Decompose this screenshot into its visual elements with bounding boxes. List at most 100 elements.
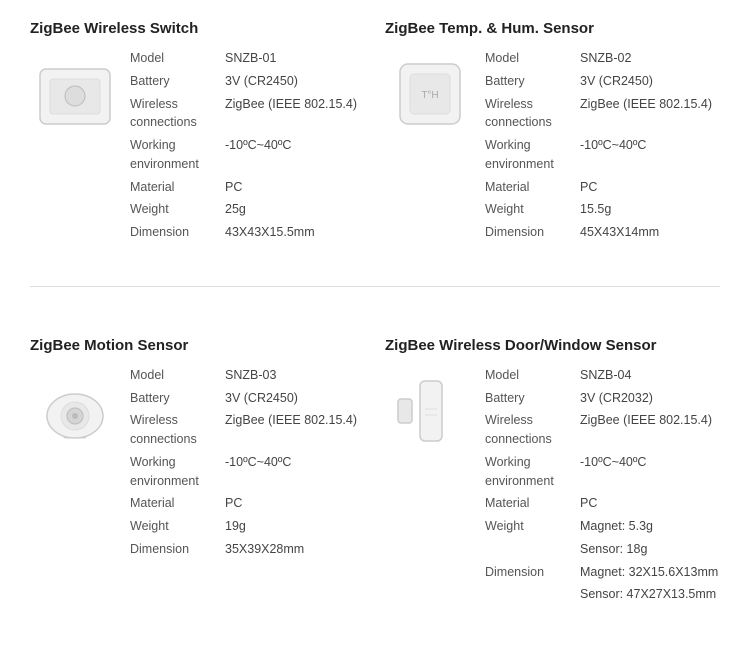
spec-label: Material (485, 494, 580, 513)
spec-row: Sensor: 18g (485, 540, 720, 559)
spec-value: 19g (225, 517, 365, 536)
spec-value: Magnet: 5.3g (580, 517, 720, 536)
spec-label: Dimension (485, 223, 580, 242)
spec-label: Working environment (485, 136, 580, 174)
spec-value: 45X43X14mm (580, 223, 720, 242)
spec-value: 43X43X15.5mm (225, 223, 365, 242)
spec-row: Model SNZB-03 (130, 366, 365, 385)
spec-row: Working environment -10ºC~40ºC (485, 453, 720, 491)
spec-value: 15.5g (580, 200, 720, 219)
spec-label (485, 585, 580, 604)
section-divider (30, 286, 720, 287)
product-body-motion: Model SNZB-03 Battery 3V (CR2450) Wirele… (30, 366, 365, 563)
spec-label: Weight (130, 517, 225, 536)
spec-label: Model (485, 366, 580, 385)
spec-row: Dimension 43X43X15.5mm (130, 223, 365, 242)
spec-value: Sensor: 18g (580, 540, 720, 559)
spec-label: Model (130, 366, 225, 385)
spec-row: Model SNZB-04 (485, 366, 720, 385)
product-specs-temp-hum: Model SNZB-02 Battery 3V (CR2450) Wirele… (485, 49, 720, 246)
spec-row: Wireless connections ZigBee (IEEE 802.15… (130, 411, 365, 449)
spec-label: Battery (130, 389, 225, 408)
product-specs-switch: Model SNZB-01 Battery 3V (CR2450) Wirele… (130, 49, 365, 246)
spec-value: 25g (225, 200, 365, 219)
spec-label: Wireless connections (130, 95, 225, 133)
spec-value: Magnet: 32X15.6X13mm (580, 563, 720, 582)
spec-label: Weight (485, 200, 580, 219)
spec-value: 3V (CR2450) (225, 389, 365, 408)
product-title-temp-hum: ZigBee Temp. & Hum. Sensor (385, 20, 720, 37)
spec-row: Material PC (130, 494, 365, 513)
spec-row: Weight 15.5g (485, 200, 720, 219)
spec-row: Material PC (130, 178, 365, 197)
product-body-temp-hum: T°H Model SNZB-02 Battery 3V (CR2450) Wi… (385, 49, 720, 246)
spec-row: Working environment -10ºC~40ºC (130, 453, 365, 491)
spec-label: Wireless connections (130, 411, 225, 449)
spec-value: SNZB-03 (225, 366, 365, 385)
product-image-motion (30, 366, 120, 456)
spec-label: Material (485, 178, 580, 197)
product-card-temp-hum: ZigBee Temp. & Hum. Sensor T°H Model SNZ… (385, 20, 720, 246)
product-image-switch (30, 49, 120, 139)
spec-label: Dimension (130, 223, 225, 242)
product-title-door-window: ZigBee Wireless Door/Window Sensor (385, 337, 720, 354)
spec-row: Wireless connections ZigBee (IEEE 802.15… (485, 411, 720, 449)
spec-row: Weight 25g (130, 200, 365, 219)
spec-row: Working environment -10ºC~40ºC (130, 136, 365, 174)
product-body-switch: Model SNZB-01 Battery 3V (CR2450) Wirele… (30, 49, 365, 246)
spec-value: -10ºC~40ºC (225, 136, 365, 174)
product-image-door-window (385, 366, 475, 456)
spec-value: -10ºC~40ºC (580, 136, 720, 174)
spec-value: 3V (CR2450) (580, 72, 720, 91)
spec-row: Battery 3V (CR2450) (130, 72, 365, 91)
spec-value: ZigBee (IEEE 802.15.4) (580, 411, 720, 449)
spec-value: ZigBee (IEEE 802.15.4) (225, 411, 365, 449)
product-specs-door-window: Model SNZB-04 Battery 3V (CR2032) Wirele… (485, 366, 720, 608)
spec-value: 3V (CR2032) (580, 389, 720, 408)
spec-value: Sensor: 47X27X13.5mm (580, 585, 720, 604)
spec-value: ZigBee (IEEE 802.15.4) (225, 95, 365, 133)
spec-value: -10ºC~40ºC (580, 453, 720, 491)
product-card-motion: ZigBee Motion Sensor Model SNZB-03 (30, 337, 365, 608)
spec-row: Weight Magnet: 5.3g (485, 517, 720, 536)
product-card-door-window: ZigBee Wireless Door/Window Sensor Model… (385, 337, 720, 608)
product-specs-motion: Model SNZB-03 Battery 3V (CR2450) Wirele… (130, 366, 365, 563)
spec-value: PC (225, 494, 365, 513)
spec-row: Material PC (485, 494, 720, 513)
spec-row: Dimension 35X39X28mm (130, 540, 365, 559)
spec-row: Material PC (485, 178, 720, 197)
spec-value: SNZB-01 (225, 49, 365, 68)
spec-label: Working environment (485, 453, 580, 491)
spec-value: PC (580, 178, 720, 197)
spec-value: SNZB-02 (580, 49, 720, 68)
spec-row: Wireless connections ZigBee (IEEE 802.15… (130, 95, 365, 133)
spec-value: PC (580, 494, 720, 513)
spec-label: Battery (485, 389, 580, 408)
spec-label: Wireless connections (485, 95, 580, 133)
product-card-switch: ZigBee Wireless Switch Model SNZB-01 Bat… (30, 20, 365, 246)
product-title-switch: ZigBee Wireless Switch (30, 20, 365, 37)
spec-row: Working environment -10ºC~40ºC (485, 136, 720, 174)
spec-value: 35X39X28mm (225, 540, 365, 559)
spec-value: SNZB-04 (580, 366, 720, 385)
product-image-temp-hum: T°H (385, 49, 475, 139)
spec-row: Battery 3V (CR2450) (485, 72, 720, 91)
spec-label: Dimension (485, 563, 580, 582)
spec-label: Model (485, 49, 580, 68)
spec-value: PC (225, 178, 365, 197)
spec-value: -10ºC~40ºC (225, 453, 365, 491)
spec-row: Sensor: 47X27X13.5mm (485, 585, 720, 604)
spec-label: Battery (485, 72, 580, 91)
spec-label: Dimension (130, 540, 225, 559)
spec-row: Model SNZB-01 (130, 49, 365, 68)
spec-label: Model (130, 49, 225, 68)
spec-label: Working environment (130, 453, 225, 491)
spec-label: Material (130, 494, 225, 513)
products-grid: ZigBee Wireless Switch Model SNZB-01 Bat… (30, 20, 720, 608)
spec-value: ZigBee (IEEE 802.15.4) (580, 95, 720, 133)
spec-row: Dimension Magnet: 32X15.6X13mm (485, 563, 720, 582)
spec-label: Weight (485, 517, 580, 536)
spec-row: Model SNZB-02 (485, 49, 720, 68)
product-body-door-window: Model SNZB-04 Battery 3V (CR2032) Wirele… (385, 366, 720, 608)
spec-label: Wireless connections (485, 411, 580, 449)
